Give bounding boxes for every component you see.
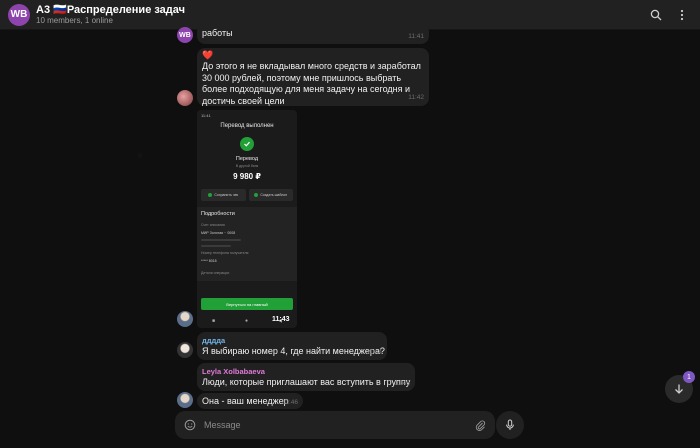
- avatar[interactable]: [177, 311, 193, 327]
- message-text: Люди, которые приглашают вас вступить в …: [202, 377, 411, 387]
- message-time: 11:45: [394, 379, 410, 387]
- avatar[interactable]: [177, 392, 193, 408]
- sender-name[interactable]: Leyla Xolbabaeva: [202, 366, 265, 378]
- message-input[interactable]: [204, 420, 474, 430]
- screenshot-sub: В другой банк: [235, 164, 259, 168]
- message-bubble[interactable]: дддда Я выбираю номер 4, где найти менед…: [197, 332, 387, 360]
- voice-record-button[interactable]: [496, 411, 524, 439]
- message-text: До этого я не вкладывал много средств и …: [202, 61, 421, 106]
- screenshot-return-button: Вернуться на главный: [201, 298, 293, 310]
- message-time: 11:41: [408, 32, 424, 40]
- avatar[interactable]: [177, 90, 193, 106]
- message-bubble[interactable]: ❤️ До этого я не вкладывал много средств…: [197, 48, 429, 106]
- chat-messages-area[interactable]: WB работы 11:41 ❤️ До этого я не вкладыв…: [0, 24, 700, 448]
- attach-icon[interactable]: [474, 419, 486, 431]
- message-bubble[interactable]: Leyla Xolbabaeva Люди, которые приглашаю…: [197, 363, 415, 391]
- chat-member-count: 10 members, 1 online: [36, 15, 113, 25]
- screenshot-amount: 9 980 ₽: [233, 172, 261, 181]
- sender-name[interactable]: дддда: [202, 335, 225, 347]
- message-bubble[interactable]: Она - ваш менеджер 11:46: [197, 393, 303, 409]
- screenshot-details: Подробности Счет списания МИР Золотая ··…: [197, 207, 297, 281]
- screenshot-create-template: Создать шаблон: [248, 189, 293, 201]
- check-icon: [240, 137, 254, 151]
- image-message[interactable]: 11:41 Перевод выполнен Перевод В другой …: [197, 110, 297, 328]
- avatar[interactable]: [177, 342, 193, 358]
- chat-title: A3 🇷🇺Распределение задач: [36, 3, 186, 16]
- more-vertical-icon[interactable]: [676, 9, 688, 21]
- message-time: 11:46: [282, 398, 298, 406]
- unread-badge: 1: [683, 371, 695, 383]
- mic-icon: [506, 419, 514, 430]
- heart-emoji: ❤️: [202, 50, 214, 60]
- message-time: 11:42: [408, 93, 424, 101]
- avatar[interactable]: WB: [177, 27, 193, 43]
- screenshot-label: Перевод: [235, 156, 259, 162]
- screenshot-title: Перевод выполнен: [220, 123, 274, 129]
- emoji-icon[interactable]: [184, 419, 196, 431]
- screenshot-save-receipt: Сохранить чек: [201, 189, 246, 201]
- group-avatar[interactable]: WB: [8, 3, 30, 26]
- chat-title-area[interactable]: A3 🇷🇺Распределение задач 10 members, 1 o…: [36, 4, 185, 26]
- search-icon[interactable]: [650, 9, 662, 21]
- message-text: работы: [202, 28, 233, 38]
- message-composer: [175, 411, 495, 439]
- message-time: 11:44: [366, 348, 382, 356]
- message-text: Она - ваш менеджер: [202, 396, 289, 406]
- arrow-down-icon: [675, 384, 683, 394]
- message-bubble[interactable]: работы 11:41: [197, 24, 429, 44]
- message-text: Я выбираю номер 4, где найти менеджера?: [202, 346, 385, 356]
- screenshot-status-time: 11:41: [201, 113, 211, 118]
- message-time: 11:43: [272, 316, 290, 323]
